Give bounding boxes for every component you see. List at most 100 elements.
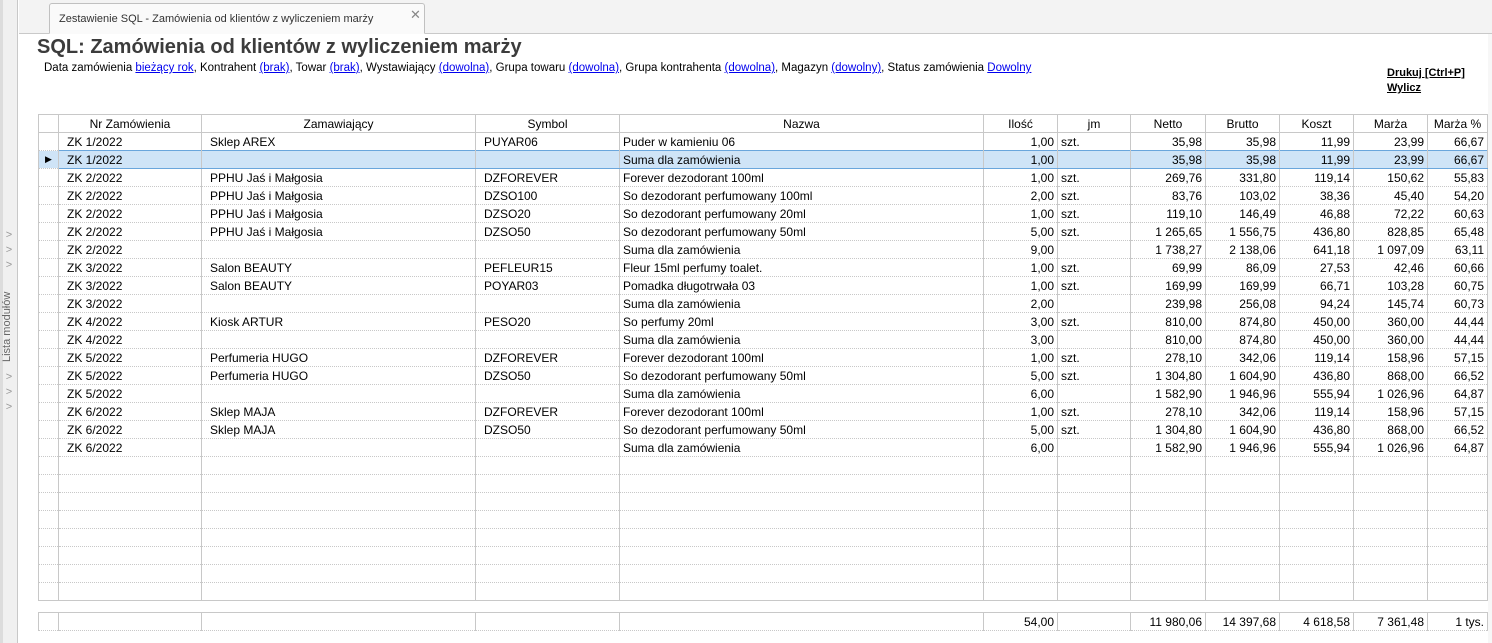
cell-symbol[interactable] [475, 384, 620, 403]
cell-net[interactable]: 269,76 [1130, 168, 1206, 187]
column-header-name[interactable]: Nazwa [619, 114, 984, 133]
cell-margin[interactable]: 158,96 [1353, 348, 1428, 367]
cell-quantity[interactable]: 1,00 [983, 150, 1058, 169]
cell-name[interactable]: Puder w kamieniu 06 [619, 132, 984, 151]
cell-quantity[interactable]: 1,00 [983, 402, 1058, 421]
cell-symbol[interactable]: POYAR03 [475, 276, 620, 295]
column-header-symbol[interactable]: Symbol [475, 114, 620, 133]
row-indicator[interactable] [38, 240, 59, 259]
row-indicator[interactable] [38, 294, 59, 313]
cell-net[interactable]: 169,99 [1130, 276, 1206, 295]
cell-order-no[interactable]: ZK 2/2022 [58, 186, 202, 205]
cell-symbol[interactable]: DZSO50 [475, 366, 620, 385]
cell-quantity[interactable]: 1,00 [983, 168, 1058, 187]
cell-margin-percent[interactable]: 60,73 [1427, 294, 1488, 313]
table-row[interactable]: ZK 1/2022 Sklep AREX PUYAR06 Puder w kamien… [38, 132, 1488, 151]
cell-symbol[interactable]: DZFOREVER [475, 402, 620, 421]
cell-gross[interactable]: 103,02 [1205, 186, 1280, 205]
cell-unit[interactable]: szt. [1057, 348, 1131, 367]
column-header-margin-percent[interactable]: Marża % [1427, 114, 1488, 133]
cell-unit[interactable]: szt. [1057, 312, 1131, 331]
cell-symbol[interactable]: DZFOREVER [475, 168, 620, 187]
column-header-margin[interactable]: Marża [1353, 114, 1428, 133]
row-indicator[interactable] [38, 420, 59, 439]
cell-quantity[interactable]: 5,00 [983, 420, 1058, 439]
cell-symbol[interactable] [475, 330, 620, 349]
cell-name[interactable]: So perfumy 20ml [619, 312, 984, 331]
filter-link-date[interactable]: bieżący rok [135, 62, 193, 74]
filter-link-product-group[interactable]: (dowolna) [569, 62, 620, 74]
cell-margin-percent[interactable]: 66,67 [1427, 132, 1488, 151]
cell-cost[interactable]: 450,00 [1279, 312, 1354, 331]
cell-cost[interactable]: 555,94 [1279, 438, 1354, 457]
cell-gross[interactable]: 35,98 [1205, 132, 1280, 151]
chevron-right-icon[interactable]: > [4, 372, 14, 383]
tab-sql-report[interactable]: Zestawienie SQL - Zamówienia od klientów… [49, 3, 425, 34]
column-header-customer[interactable]: Zamawiający [201, 114, 476, 133]
cell-margin-percent[interactable]: 57,15 [1427, 402, 1488, 421]
table-row[interactable]: ZK 2/2022 PPHU Jaś i Małgosia DZFOREVER For… [38, 168, 1488, 187]
cell-unit[interactable]: szt. [1057, 132, 1131, 151]
cell-symbol[interactable]: DZSO100 [475, 186, 620, 205]
cell-unit[interactable] [1057, 330, 1131, 349]
cell-quantity[interactable]: 3,00 [983, 330, 1058, 349]
cell-cost[interactable]: 119,14 [1279, 168, 1354, 187]
cell-margin[interactable]: 828,85 [1353, 222, 1428, 241]
filter-link-issuer[interactable]: (dowolna) [439, 62, 490, 74]
table-row[interactable]: ZK 3/2022 Suma dla zamówienia 2,00 239,98 25… [38, 294, 1488, 313]
cell-margin[interactable]: 23,99 [1353, 150, 1428, 169]
cell-margin[interactable]: 360,00 [1353, 312, 1428, 331]
close-icon[interactable]: ✕ [410, 7, 421, 23]
table-row[interactable]: ZK 2/2022 PPHU Jaś i Małgosia DZSO100 So de… [38, 186, 1488, 205]
table-row[interactable]: ZK 6/2022 Sklep MAJA DZFOREVER Forever dezo… [38, 402, 1488, 421]
cell-order-no[interactable]: ZK 5/2022 [58, 348, 202, 367]
cell-order-no[interactable]: ZK 3/2022 [58, 276, 202, 295]
cell-margin[interactable]: 868,00 [1353, 420, 1428, 439]
cell-unit[interactable] [1057, 438, 1131, 457]
cell-margin[interactable]: 72,22 [1353, 204, 1428, 223]
row-indicator[interactable] [38, 312, 59, 331]
cell-quantity[interactable]: 3,00 [983, 312, 1058, 331]
cell-unit[interactable]: szt. [1057, 186, 1131, 205]
cell-unit[interactable]: szt. [1057, 366, 1131, 385]
cell-customer[interactable] [201, 330, 476, 349]
cell-order-no[interactable]: ZK 6/2022 [58, 402, 202, 421]
cell-margin-percent[interactable]: 63,11 [1427, 240, 1488, 259]
cell-margin[interactable]: 42,46 [1353, 258, 1428, 277]
cell-net[interactable]: 1 265,65 [1130, 222, 1206, 241]
cell-customer[interactable]: Perfumeria HUGO [201, 366, 476, 385]
cell-cost[interactable]: 436,80 [1279, 366, 1354, 385]
cell-margin[interactable]: 103,28 [1353, 276, 1428, 295]
cell-gross[interactable]: 874,80 [1205, 312, 1280, 331]
cell-quantity[interactable]: 5,00 [983, 222, 1058, 241]
cell-order-no[interactable]: ZK 3/2022 [58, 258, 202, 277]
cell-name[interactable]: So dezodorant perfumowany 50ml [619, 420, 984, 439]
table-row[interactable]: ZK 5/2022 Suma dla zamówienia 6,00 1 582,90… [38, 384, 1488, 403]
cell-net[interactable]: 239,98 [1130, 294, 1206, 313]
table-row[interactable]: ▶ ZK 1/2022 Suma dla zamówienia 1,00 35,98 35… [38, 150, 1488, 169]
cell-name[interactable]: Suma dla zamówienia [619, 294, 984, 313]
table-row[interactable]: ZK 2/2022 Suma dla zamówienia 9,00 1 738,27… [38, 240, 1488, 259]
cell-margin[interactable]: 150,62 [1353, 168, 1428, 187]
cell-net[interactable]: 35,98 [1130, 150, 1206, 169]
cell-name[interactable]: Fleur 15ml perfumy toalet. [619, 258, 984, 277]
cell-quantity[interactable]: 2,00 [983, 186, 1058, 205]
module-list-panel[interactable]: > > > Lista modułów > > > [0, 0, 18, 643]
chevron-right-icon[interactable]: > [4, 260, 14, 271]
cell-symbol[interactable] [475, 438, 620, 457]
cell-order-no[interactable]: ZK 2/2022 [58, 204, 202, 223]
cell-customer[interactable] [201, 294, 476, 313]
column-header-unit[interactable]: jm [1057, 114, 1131, 133]
cell-net[interactable]: 1 304,80 [1130, 420, 1206, 439]
cell-symbol[interactable] [475, 240, 620, 259]
cell-net[interactable]: 35,98 [1130, 132, 1206, 151]
table-row[interactable]: ZK 4/2022 Suma dla zamówienia 3,00 810,00 87… [38, 330, 1488, 349]
cell-cost[interactable]: 11,99 [1279, 150, 1354, 169]
cell-order-no[interactable]: ZK 6/2022 [58, 438, 202, 457]
cell-customer[interactable] [201, 150, 476, 169]
table-row[interactable]: ZK 3/2022 Salon BEAUTY PEFLEUR15 Fleur 15ml… [38, 258, 1488, 277]
column-header-gross[interactable]: Brutto [1205, 114, 1280, 133]
cell-symbol[interactable]: PESO20 [475, 312, 620, 331]
cell-net[interactable]: 278,10 [1130, 348, 1206, 367]
cell-symbol[interactable]: DZFOREVER [475, 348, 620, 367]
